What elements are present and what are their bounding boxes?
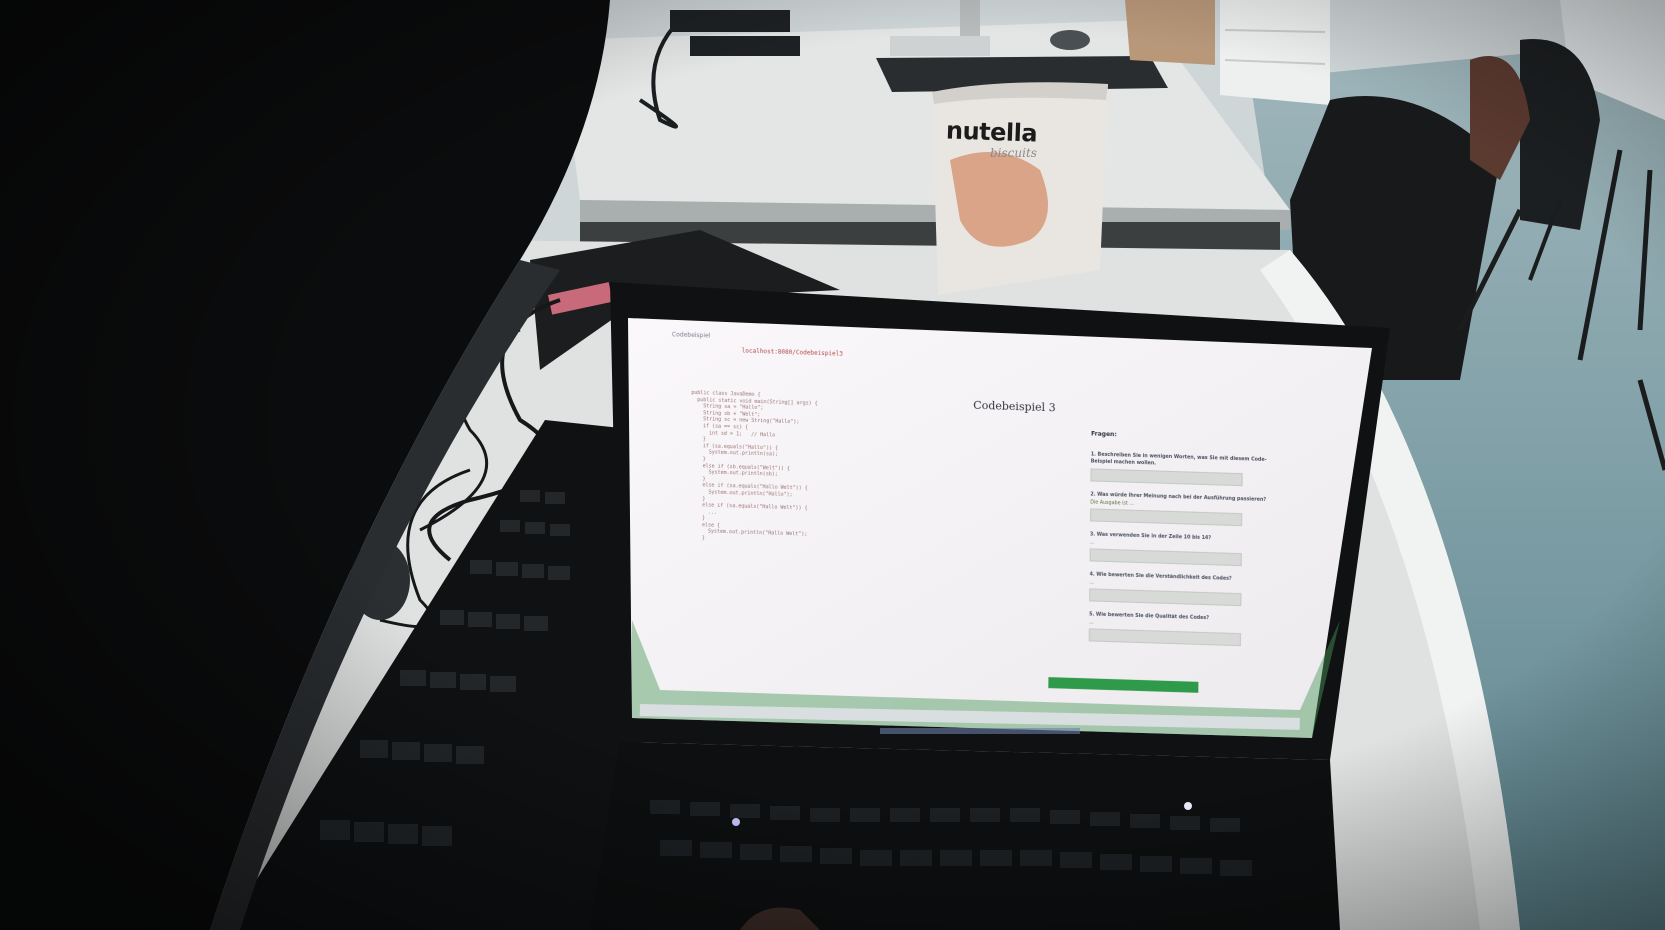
questions-panel: Fragen: 1. Beschreiben Sie in wenigen Wo… — [1088, 430, 1271, 657]
question-item: 2. Was würde Ihrer Meinung nach bei der … — [1090, 491, 1270, 527]
answer-input[interactable] — [1088, 628, 1241, 647]
photo-scene: nutella biscuits Codebeispiel localhost:… — [0, 0, 1665, 930]
browser-url[interactable]: localhost:8080/Codebeispiel3 — [742, 347, 843, 357]
nutella-logo: nutella — [945, 116, 1038, 148]
answer-input[interactable] — [1090, 468, 1243, 487]
app-title: Codebeispiel 3 — [973, 398, 1056, 415]
nutella-subtitle: biscuits — [990, 146, 1037, 160]
question-item: 3. Was verwenden Sie in der Zeile 10 bis… — [1089, 531, 1270, 567]
code-block: public class JavaDemo { public static vo… — [690, 390, 818, 546]
question-item: 5. Wie bewerten Sie die Qualität des Cod… — [1088, 611, 1269, 647]
laptop-screen-app: Codebeispiel localhost:8080/Codebeispiel… — [628, 326, 1332, 740]
question-list: 1. Beschreiben Sie in wenigen Worten, wa… — [1088, 451, 1271, 647]
submit-button[interactable] — [1048, 677, 1199, 693]
question-item: 1. Beschreiben Sie in wenigen Worten, wa… — [1090, 451, 1270, 487]
answer-input[interactable] — [1090, 508, 1243, 527]
answer-input[interactable] — [1089, 588, 1242, 607]
question-text: 1. Beschreiben Sie in wenigen Worten, wa… — [1090, 452, 1267, 467]
browser-tab-title[interactable]: Codebeispiel — [672, 331, 711, 339]
answer-input[interactable] — [1089, 548, 1242, 567]
questions-heading: Fragen: — [1090, 430, 1117, 439]
question-item: 4. Wie bewerten Sie die Verständlichkeit… — [1089, 571, 1269, 607]
